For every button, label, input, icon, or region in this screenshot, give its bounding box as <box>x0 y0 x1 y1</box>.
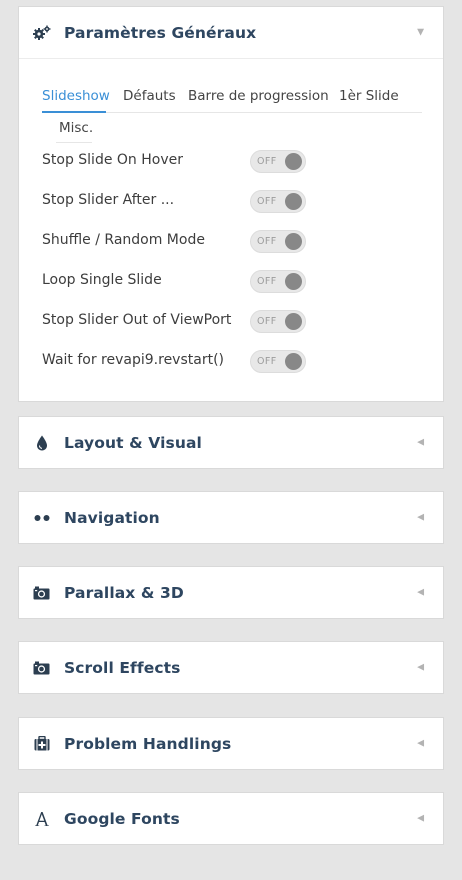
setting-label: Wait for revapi9.revstart() <box>42 352 224 368</box>
toggle-state-text: OFF <box>257 356 277 367</box>
panel-header-layout-visual[interactable]: Layout & Visual ◀ <box>19 417 443 468</box>
panel-header-scroll-effects[interactable]: Scroll Effects ◀ <box>19 642 443 693</box>
panel-header-navigation[interactable]: Navigation ◀ <box>19 492 443 543</box>
shuffle-mode-toggle[interactable]: OFF <box>250 230 306 253</box>
toggle-knob <box>285 313 302 330</box>
camera-icon <box>19 586 64 600</box>
panel-problem-handlings: Problem Handlings ◀ <box>18 717 444 770</box>
panel-header-problem-handlings[interactable]: Problem Handlings ◀ <box>19 718 443 769</box>
droplet-icon <box>19 435 64 451</box>
setting-row: Stop Slide On Hover OFF <box>42 150 432 174</box>
toggle-state-text: OFF <box>257 276 277 287</box>
panel-title-scroll-effects: Scroll Effects <box>64 658 181 677</box>
setting-label: Stop Slide On Hover <box>42 152 183 168</box>
setting-row: Shuffle / Random Mode OFF <box>42 230 432 254</box>
toggle-knob <box>285 153 302 170</box>
tab-slideshow[interactable]: Slideshow <box>42 88 110 104</box>
font-a-icon <box>19 811 64 826</box>
wait-for-revstart-toggle[interactable]: OFF <box>250 350 306 373</box>
settings-tabs: Slideshow Défauts Barre de progression 1… <box>42 88 422 148</box>
toggle-state-text: OFF <box>257 196 277 207</box>
toggle-knob <box>285 353 302 370</box>
tab-defaults[interactable]: Défauts <box>123 88 176 104</box>
panel-scroll-effects: Scroll Effects ◀ <box>18 641 444 694</box>
setting-label: Stop Slider Out of ViewPort <box>42 312 232 328</box>
gears-icon <box>19 25 64 41</box>
toggle-knob <box>285 233 302 250</box>
panel-title-layout-visual: Layout & Visual <box>64 433 202 452</box>
tab-misc[interactable]: Misc. <box>59 120 93 136</box>
tab-active-indicator <box>42 111 106 113</box>
stop-out-of-viewport-toggle[interactable]: OFF <box>250 310 306 333</box>
setting-row: Loop Single Slide OFF <box>42 270 432 294</box>
setting-row: Stop Slider Out of ViewPort OFF <box>42 310 432 334</box>
panel-title-general-settings: Paramètres Généraux <box>64 23 257 42</box>
panel-header-google-fonts[interactable]: Google Fonts ◀ <box>19 793 443 844</box>
panel-title-parallax-3d: Parallax & 3D <box>64 583 184 602</box>
setting-label: Stop Slider After ... <box>42 192 175 208</box>
loop-single-slide-toggle[interactable]: OFF <box>250 270 306 293</box>
panel-general-settings: Paramètres Généraux ▼ Slideshow Défauts … <box>18 6 444 402</box>
panel-google-fonts: Google Fonts ◀ <box>18 792 444 845</box>
tab-first-slide[interactable]: 1èr Slide <box>339 88 399 104</box>
tab-row-divider-misc <box>56 142 92 143</box>
toggle-state-text: OFF <box>257 236 277 247</box>
chevron-left-icon[interactable]: ◀ <box>417 588 424 597</box>
toggle-state-text: OFF <box>257 156 277 167</box>
toggle-state-text: OFF <box>257 316 277 327</box>
chevron-left-icon[interactable]: ◀ <box>417 814 424 823</box>
stop-slider-after-toggle[interactable]: OFF <box>250 190 306 213</box>
panel-parallax-3d: Parallax & 3D ◀ <box>18 566 444 619</box>
panel-header-parallax-3d[interactable]: Parallax & 3D ◀ <box>19 567 443 618</box>
setting-label: Loop Single Slide <box>42 272 162 288</box>
panel-title-problem-handlings: Problem Handlings <box>64 734 232 753</box>
panel-title-navigation: Navigation <box>64 508 160 527</box>
chevron-left-icon[interactable]: ◀ <box>417 739 424 748</box>
dots-icon <box>19 514 64 522</box>
setting-row: Stop Slider After ... OFF <box>42 190 432 214</box>
stop-on-hover-toggle[interactable]: OFF <box>250 150 306 173</box>
tab-progress-bar[interactable]: Barre de progression <box>188 88 329 104</box>
panel-header-general-settings[interactable]: Paramètres Généraux ▼ <box>19 7 443 59</box>
medkit-icon <box>19 736 64 751</box>
chevron-down-icon[interactable]: ▼ <box>417 28 424 37</box>
panel-title-google-fonts: Google Fonts <box>64 809 180 828</box>
camera-icon <box>19 661 64 675</box>
chevron-left-icon[interactable]: ◀ <box>417 663 424 672</box>
panel-layout-visual: Layout & Visual ◀ <box>18 416 444 469</box>
chevron-left-icon[interactable]: ◀ <box>417 438 424 447</box>
toggle-knob <box>285 273 302 290</box>
panel-navigation: Navigation ◀ <box>18 491 444 544</box>
setting-row: Wait for revapi9.revstart() OFF <box>42 350 432 374</box>
toggle-knob <box>285 193 302 210</box>
chevron-left-icon[interactable]: ◀ <box>417 513 424 522</box>
setting-label: Shuffle / Random Mode <box>42 232 205 248</box>
